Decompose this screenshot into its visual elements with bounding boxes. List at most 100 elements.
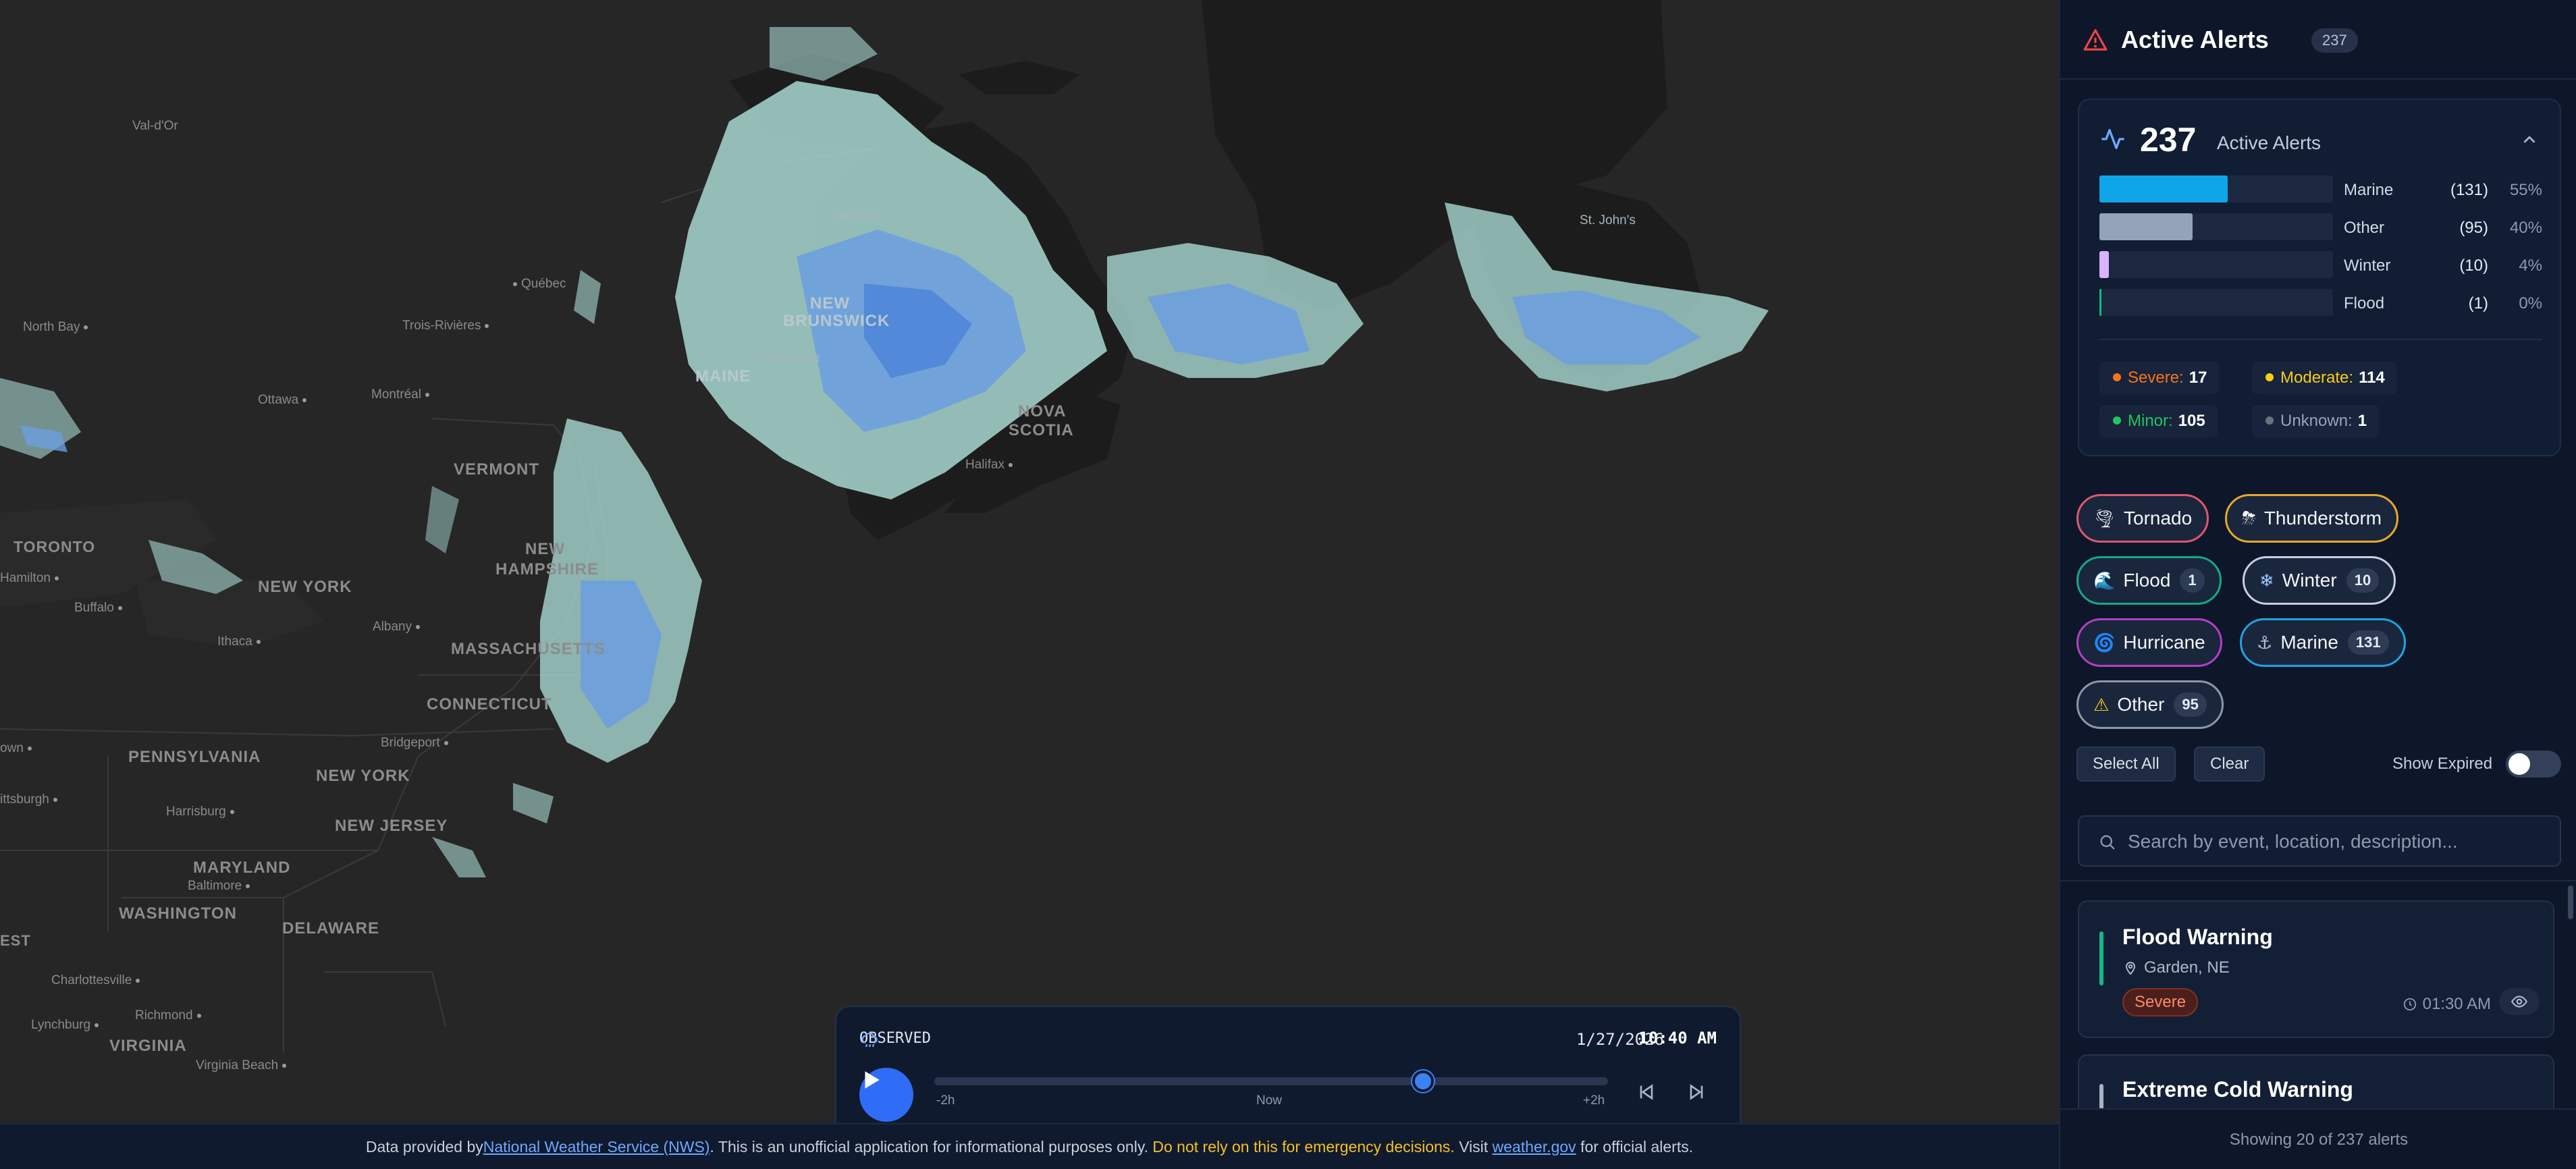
category-bar-row: Winter (10) 4% — [2099, 247, 2542, 278]
severity-label: Severe: — [2128, 369, 2184, 387]
category-name: Flood — [2344, 294, 2385, 312]
step-forward-button[interactable] — [1686, 1081, 1713, 1108]
region-label-maine: MAINE — [695, 367, 751, 385]
map-base-layer — [0, 0, 1769, 1053]
city-label-west: EST — [0, 932, 31, 949]
filter-thunderstorm[interactable]: ⛈ Thunderstorm — [2225, 494, 2399, 543]
flood-icon: 🌊 — [2093, 570, 2116, 591]
region-label-new-brunswick-2: BRUNSWICK — [783, 312, 890, 330]
city-label-ottawa: Ottawa — [258, 393, 306, 408]
severity-chip-minor[interactable]: Minor: 105 — [2099, 405, 2218, 437]
disclaimer-footer: Data provided by National Weather Servic… — [0, 1123, 2059, 1169]
step-back-button[interactable] — [1636, 1081, 1663, 1108]
category-percent: 4% — [2519, 256, 2542, 275]
collapse-summary-button[interactable] — [2519, 130, 2540, 152]
region-label-massachusetts: MASSACHUSETTS — [451, 640, 606, 658]
city-label-own: own — [0, 741, 32, 756]
tornado-icon: 🌪 — [2093, 508, 2116, 528]
alert-time: 01:30 AM — [2422, 995, 2491, 1013]
city-label-albany: Albany — [373, 620, 420, 634]
search-box — [2078, 815, 2561, 867]
alert-card[interactable]: Extreme Cold Warning — [2078, 1054, 2554, 1108]
severity-chip-severe[interactable]: Severe: 17 — [2099, 362, 2220, 394]
city-label-halifax: Halifax — [965, 458, 1013, 472]
search-input[interactable] — [2128, 826, 2546, 857]
alert-list-scrollbar[interactable] — [2567, 886, 2575, 1102]
timeline-slider[interactable] — [934, 1070, 1608, 1092]
play-button[interactable] — [859, 1068, 913, 1122]
cloud-rain-icon — [861, 1033, 878, 1048]
view-on-map-button[interactable] — [2499, 988, 2540, 1015]
category-bar-fill — [2099, 289, 2102, 316]
alert-title: Extreme Cold Warning — [2122, 1077, 2353, 1102]
alert-triangle-icon — [2083, 29, 2108, 51]
severity-value: 1 — [2357, 412, 2367, 430]
region-label-nova-scotia-1: NOVA — [1018, 402, 1067, 420]
alert-summary-card: 237 Active Alerts Marine (131) 55% Other… — [2078, 99, 2561, 456]
filter-label: Winter — [2282, 570, 2337, 591]
filter-label: Marine — [2280, 632, 2338, 653]
skip-forward-icon — [1690, 1084, 1703, 1100]
search-icon — [2100, 835, 2115, 850]
radar-timeline-panel: OBSERVED 1/27/2026 10:40 AM -2h Now +2h — [835, 1006, 1741, 1123]
nws-link[interactable]: National Weather Service (NWS) — [483, 1138, 710, 1156]
filter-label: Hurricane — [2123, 632, 2205, 653]
city-label-charlottesville: Charlottesville — [51, 973, 140, 988]
timeline-slider-thumb[interactable] — [1412, 1070, 1434, 1092]
city-label-baltimore: Baltimore — [188, 879, 250, 894]
severity-label: Unknown: — [2280, 412, 2353, 430]
filter-count: 1 — [2180, 568, 2205, 593]
filter-hurricane[interactable]: 🌀 Hurricane — [2076, 618, 2222, 667]
weather-map[interactable]: VERMONT NEW HAMPSHIRE NEW YORK MASSACHUS… — [0, 0, 2059, 1123]
alert-category-stripe — [2099, 1084, 2103, 1108]
filter-count: 131 — [2347, 630, 2389, 655]
filter-label: Other — [2117, 694, 2165, 715]
category-count: (10) — [2459, 256, 2488, 275]
sidebar-header: Active Alerts 237 — [2060, 0, 2576, 80]
map-pin-icon — [2125, 962, 2136, 975]
alert-severity-badge: Severe — [2122, 988, 2199, 1016]
snowflake-icon: ❄ — [2259, 570, 2274, 591]
warning-icon: ⚠ — [2093, 694, 2110, 715]
filter-label: Flood — [2123, 570, 2171, 591]
toggle-knob — [2508, 753, 2530, 775]
region-label-new-brunswick-1: NEW — [810, 294, 850, 312]
city-label-lynchburg: Lynchburg — [31, 1018, 99, 1033]
scrollbar-thumb[interactable] — [2568, 886, 2573, 919]
filter-tornado[interactable]: 🌪 Tornado — [2076, 494, 2209, 543]
category-name: Winter — [2344, 256, 2391, 275]
filter-winter[interactable]: ❄ Winter 10 — [2243, 556, 2396, 605]
severity-value: 105 — [2178, 412, 2205, 430]
city-label-fredericton: Fredericton — [755, 351, 820, 365]
city-label-val-dor: Val-d'Or — [132, 119, 178, 133]
activity-icon — [2101, 129, 2124, 149]
severity-value: 17 — [2189, 369, 2207, 387]
show-expired-label: Show Expired — [2392, 755, 2493, 773]
region-label-washington: WASHINGTON — [119, 904, 237, 923]
city-label-trois-rivieres: Trois-Rivières — [402, 319, 489, 333]
region-label-new-hampshire-1: NEW — [525, 540, 565, 558]
select-all-button[interactable]: Select All — [2076, 746, 2176, 782]
show-expired-toggle[interactable] — [2506, 751, 2561, 778]
region-label-virginia: VIRGINIA — [109, 1037, 187, 1055]
city-label-hamilton: Hamilton — [0, 571, 59, 586]
region-label-vermont: VERMONT — [454, 460, 539, 479]
city-label-north-bay: North Bay — [23, 320, 88, 335]
category-percent: 40% — [2509, 219, 2542, 237]
clock-icon — [2403, 998, 2416, 1011]
filter-marine[interactable]: ⚓ Marine 131 — [2240, 618, 2406, 667]
severity-chip-moderate[interactable]: Moderate: 114 — [2252, 362, 2397, 394]
severity-label: Minor: — [2128, 412, 2173, 430]
alert-card[interactable]: Flood Warning Garden, NE Severe 01:30 AM — [2078, 900, 2554, 1038]
filter-other[interactable]: ⚠ Other 95 — [2076, 680, 2224, 729]
region-label-connecticut: CONNECTICUT — [427, 695, 552, 713]
region-label-new-jersey: NEW JERSEY — [335, 817, 448, 835]
region-label-maryland: MARYLAND — [193, 859, 291, 877]
weather-gov-link[interactable]: weather.gov — [1493, 1138, 1576, 1156]
clear-button[interactable]: Clear — [2194, 746, 2265, 782]
severity-chip-unknown[interactable]: Unknown: 1 — [2252, 405, 2380, 437]
filter-flood[interactable]: 🌊 Flood 1 — [2076, 556, 2222, 605]
timeline-time: 10:40 AM — [1638, 1029, 1717, 1048]
category-bar-fill — [2099, 213, 2193, 240]
city-label-pittsburgh: ittsburgh — [0, 792, 57, 807]
